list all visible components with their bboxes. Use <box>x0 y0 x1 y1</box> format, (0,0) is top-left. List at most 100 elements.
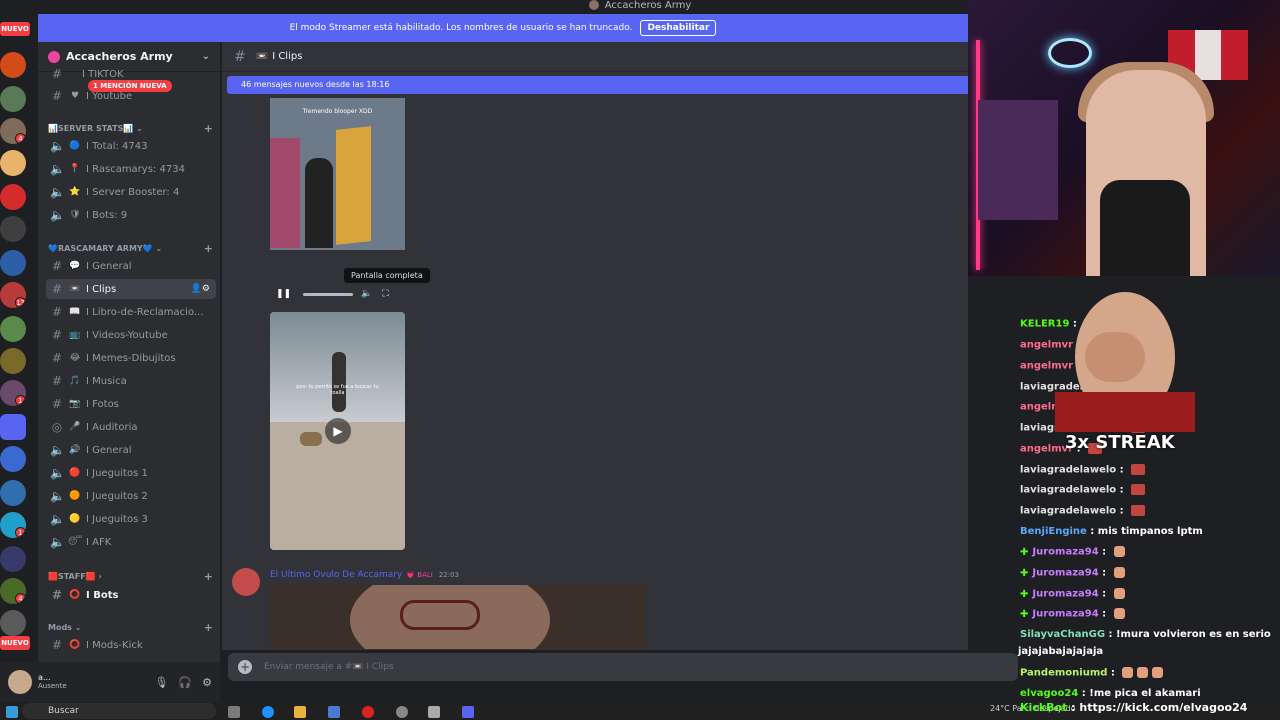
chat-message: laviagradelawelo : <box>1020 464 1146 476</box>
avatar[interactable] <box>8 670 32 694</box>
server-icon[interactable] <box>0 316 26 342</box>
channel-general[interactable]: # 💬 I General <box>46 256 216 276</box>
server-icon[interactable]: 1 <box>0 512 26 538</box>
add-channel-icon[interactable]: + <box>204 122 213 135</box>
channel-bots[interactable]: # ⭕ I Bots <box>46 585 216 605</box>
opera-icon[interactable] <box>362 706 374 718</box>
chat-username[interactable]: elvagoo24 <box>1020 688 1078 699</box>
scene-shape <box>305 158 333 248</box>
headphones-icon[interactable]: 🎧 <box>178 676 192 689</box>
message-composer[interactable]: + Enviar mensaje a #📼 I Clips <box>228 653 1018 681</box>
server-icon[interactable]: 1 <box>0 380 26 406</box>
progress-slider[interactable] <box>303 292 354 296</box>
server-icon[interactable] <box>0 480 26 506</box>
task-view-icon[interactable] <box>228 706 240 718</box>
chat-username[interactable]: SilayvaChanGG <box>1020 629 1105 640</box>
channel-clips[interactable]: # 📼 I Clips 👤⚙ <box>46 279 216 299</box>
channel-mods-kick[interactable]: # ⭕ I Mods-Kick <box>46 635 216 655</box>
hand-emote-icon <box>1152 667 1164 678</box>
add-channel-icon[interactable]: + <box>204 621 213 634</box>
chevron-down-icon[interactable]: ⌄ <box>202 51 210 62</box>
microphone-icon[interactable]: 🎙 <box>154 676 168 689</box>
server-icon[interactable] <box>0 184 26 210</box>
category-rascamary-army[interactable]: 💙RASCAMARY ARMY💙 ⌄ + <box>48 242 213 255</box>
obs-icon[interactable] <box>396 706 408 718</box>
channel-videos-youtube[interactable]: # 📺 I Videos-Youtube <box>46 325 216 345</box>
avatar[interactable] <box>232 568 260 596</box>
chat-username[interactable]: laviagradelawelo <box>1020 465 1116 476</box>
chat-message: laviagradelawelo : <box>1020 484 1146 496</box>
add-member-icon[interactable]: 👤⚙ <box>191 284 210 294</box>
channel-auditoria[interactable]: ◎ 🎤 I Auditoria <box>46 417 216 437</box>
channel-afk[interactable]: 🔈 😴 I AFK <box>46 532 216 552</box>
add-channel-icon[interactable]: + <box>204 242 213 255</box>
window-title: Accacheros Army <box>604 0 692 11</box>
chat-username[interactable]: Juromaza94 <box>1032 609 1098 620</box>
pause-icon[interactable]: ❚❚ <box>276 289 291 299</box>
new-messages-bar[interactable]: 46 mensajes nuevos desde las 18:16 <box>227 76 968 94</box>
server-icon[interactable] <box>0 216 26 242</box>
category-mods[interactable]: Mods ⌄ + <box>48 621 213 634</box>
volume-icon[interactable]: 🔈 <box>361 289 372 299</box>
channel-voice-general[interactable]: 🔈 🔊 I General <box>46 440 216 460</box>
server-icon[interactable]: 4 <box>0 118 26 144</box>
category-server-stats[interactable]: 📊SERVER STATS📊 ⌄ + <box>48 122 213 135</box>
image-attachment[interactable] <box>270 585 645 649</box>
channel-rascamarys[interactable]: 🔈 📍 I Rascamarys: 4734 <box>46 159 216 179</box>
folder-icon[interactable] <box>294 706 306 718</box>
chat-username[interactable]: Juromaza94 <box>1032 589 1098 600</box>
channel-libro[interactable]: # 📖 I Libro-de-Reclamacio... <box>46 302 216 322</box>
chat-username[interactable]: Pandemoniumd <box>1020 668 1107 679</box>
server-icon[interactable]: 4 <box>0 578 26 604</box>
hash-icon: # <box>51 305 63 319</box>
server-icon[interactable] <box>0 150 26 176</box>
folder-icon[interactable] <box>0 414 26 440</box>
speaker-icon: 🔈 <box>50 489 65 503</box>
start-icon[interactable] <box>6 706 18 718</box>
scene-shape <box>1085 332 1145 382</box>
new-pill-top[interactable]: NUEVO <box>0 22 30 36</box>
gear-icon[interactable]: ⚙ <box>202 676 212 689</box>
server-icon[interactable] <box>0 86 26 112</box>
channel-tiktok[interactable]: # I TIKTOK <box>46 68 216 80</box>
play-icon[interactable]: ▶ <box>325 418 351 444</box>
chat-username[interactable]: BenjiEngine <box>1020 526 1087 537</box>
message-author[interactable]: El Ultimo Ovulo De Accamary <box>270 570 402 580</box>
add-channel-icon[interactable]: + <box>204 570 213 583</box>
chat-username[interactable]: Juromaza94 <box>1032 547 1098 558</box>
server-icon[interactable] <box>0 546 26 572</box>
channel-total[interactable]: 🔈 🔵 I Total: 4743 <box>46 136 216 156</box>
video-attachment[interactable]: pov: tu perrito se fue a buscar tu toall… <box>270 312 405 550</box>
attach-plus-icon[interactable]: + <box>238 660 252 674</box>
fullscreen-icon[interactable]: ⛶ <box>382 289 388 299</box>
channel-memes[interactable]: # 😂 I Memes-Dibujitos <box>46 348 216 368</box>
channel-jueguitos-1[interactable]: 🔈 🔴 I Jueguitos 1 <box>46 463 216 483</box>
channel-jueguitos-2[interactable]: 🔈 🟠 I Jueguitos 2 <box>46 486 216 506</box>
channel-musica[interactable]: # 🎵 I Musica <box>46 371 216 391</box>
disable-button[interactable]: Deshabilitar <box>640 20 717 36</box>
category-staff[interactable]: 🟥STAFF🟥 › + <box>48 570 213 583</box>
server-icon[interactable] <box>0 52 26 78</box>
channel-bots-count[interactable]: 🔈 🛡 I Bots: 9 <box>46 205 216 225</box>
server-icon[interactable]: 13 <box>0 282 26 308</box>
video-attachment[interactable]: Tremendo blooper XDD <box>270 98 405 250</box>
server-icon[interactable] <box>0 446 26 472</box>
channel-fotos[interactable]: # 📷 I Fotos <box>46 394 216 414</box>
discord-icon[interactable] <box>462 706 474 718</box>
taskbar-search[interactable]: Buscar <box>22 703 216 719</box>
new-pill-bottom[interactable]: NUEVO <box>0 636 30 650</box>
server-icon[interactable] <box>0 610 26 636</box>
scene-shape <box>400 600 480 630</box>
store-icon[interactable] <box>328 706 340 718</box>
channel-jueguitos-3[interactable]: 🔈 🟡 I Jueguitos 3 <box>46 509 216 529</box>
server-icon[interactable] <box>0 250 26 276</box>
chat-username[interactable]: laviagradelawelo <box>1020 506 1116 517</box>
channel-server-booster[interactable]: 🔈 ⭐ I Server Booster: 4 <box>46 182 216 202</box>
chat-username[interactable]: Juromaza94 <box>1032 568 1098 579</box>
server-icon[interactable] <box>0 348 26 374</box>
edge-icon[interactable] <box>262 706 274 718</box>
app-icon[interactable] <box>428 706 440 718</box>
channel-emoji: 🔊 <box>69 445 81 455</box>
new-mention-pill[interactable]: 1 MENCIÓN NUEVA <box>88 80 172 92</box>
chat-username[interactable]: laviagradelawelo <box>1020 485 1116 496</box>
